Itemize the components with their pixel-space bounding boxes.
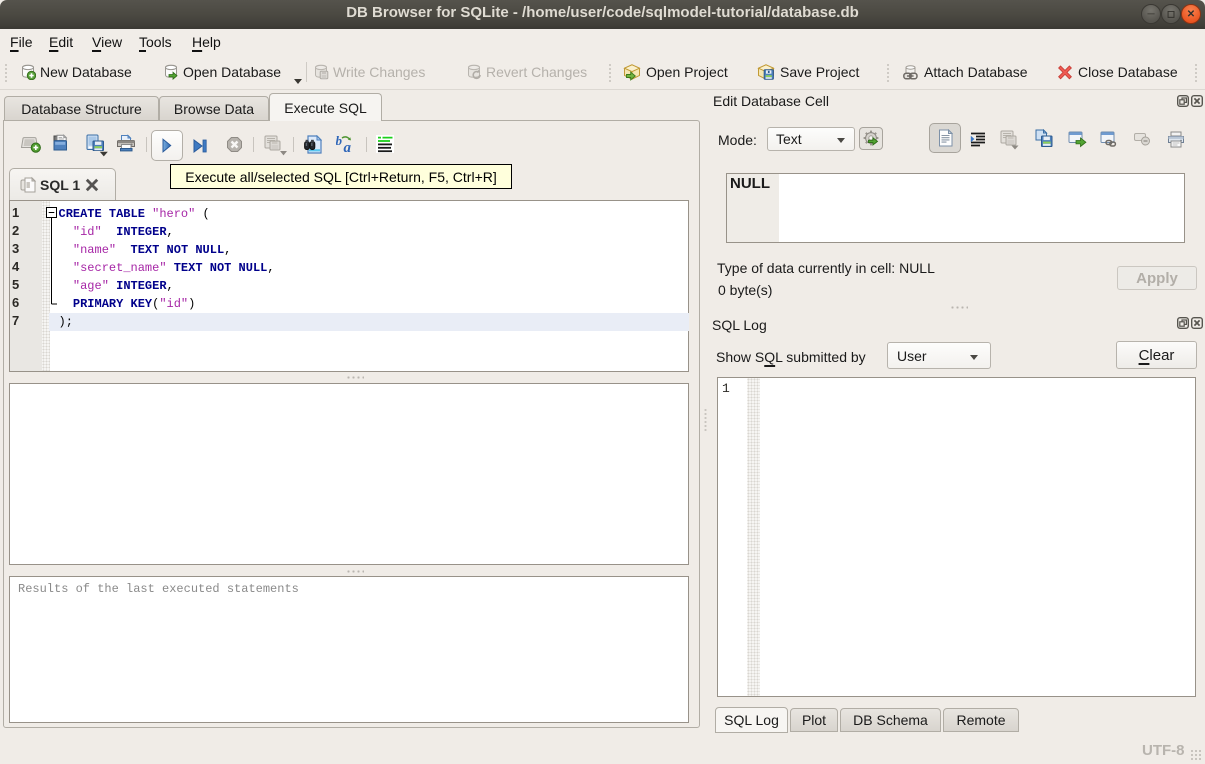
svg-text:a: a	[344, 140, 352, 153]
svg-text:b: b	[336, 134, 343, 148]
